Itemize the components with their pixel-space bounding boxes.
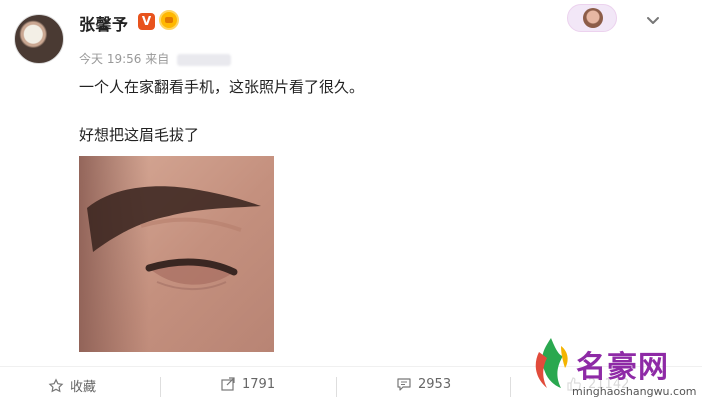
member-badge-icon: [159, 10, 179, 30]
comment-count: 2953: [418, 376, 452, 392]
divider: [160, 377, 161, 397]
comment-icon: [396, 376, 412, 392]
author-name[interactable]: 张馨予: [79, 11, 129, 35]
watermark-name: 名豪网: [576, 350, 669, 385]
divider: [336, 377, 337, 397]
post-text-line1: 一个人在家翻看手机，这张照片看了很久。: [79, 78, 365, 96]
comment-action[interactable]: 2953: [396, 376, 451, 392]
repost-action[interactable]: 1791: [220, 376, 275, 392]
blurred-source: [177, 53, 232, 66]
divider: [510, 377, 511, 397]
avatar[interactable]: [14, 14, 64, 64]
repost-icon: [220, 376, 236, 392]
post-source-prefix: 来自: [145, 52, 170, 66]
watermark-url: minghaoshangwu.com: [572, 385, 697, 398]
post-meta: 今天 19:56 来自: [79, 50, 232, 67]
top-right-avatar[interactable]: [567, 4, 617, 32]
post-text-line2: 好想把这眉毛拔了: [79, 126, 200, 144]
post-photo[interactable]: [79, 156, 274, 352]
post-time: 今天 19:56: [79, 52, 142, 66]
verified-badge: V: [138, 13, 155, 30]
repost-count: 1791: [242, 376, 276, 392]
favorite-label: 收藏: [70, 380, 97, 395]
watermark-logo-icon: [531, 336, 571, 390]
star-icon: [48, 377, 64, 394]
chevron-down-icon[interactable]: [642, 10, 664, 32]
favorite-action[interactable]: 收藏: [48, 376, 96, 395]
